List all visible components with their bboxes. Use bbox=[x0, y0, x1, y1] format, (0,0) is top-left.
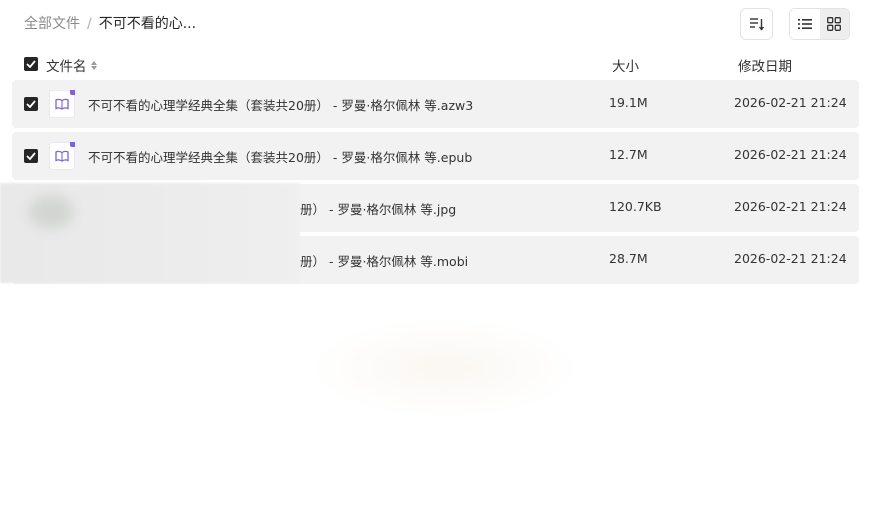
blurred-region bbox=[0, 183, 300, 283]
blurred-thumbnail bbox=[28, 195, 74, 229]
grid-view-button[interactable] bbox=[819, 9, 849, 39]
list-view-icon bbox=[797, 19, 812, 29]
view-mode-toggle bbox=[789, 8, 850, 40]
column-header-name-label: 文件名 bbox=[46, 59, 87, 75]
file-size: 28.7M bbox=[609, 251, 648, 266]
checkmark-icon bbox=[26, 60, 36, 68]
sort-button[interactable] bbox=[740, 8, 773, 40]
row-checkbox[interactable] bbox=[24, 97, 38, 111]
sort-list-icon bbox=[749, 18, 764, 31]
sort-caret-icon bbox=[90, 60, 97, 70]
checkmark-icon bbox=[26, 152, 36, 160]
row-checkbox[interactable] bbox=[24, 149, 38, 163]
file-date: 2026-02-21 21:24 bbox=[734, 95, 847, 110]
file-date: 2026-02-21 21:24 bbox=[734, 251, 847, 266]
list-view-button[interactable] bbox=[790, 9, 820, 39]
file-date: 2026-02-21 21:24 bbox=[734, 199, 847, 214]
checkmark-icon bbox=[26, 100, 36, 108]
breadcrumb: 全部文件 / 不可不看的心... bbox=[24, 14, 196, 34]
top-bar: 全部文件 / 不可不看的心... bbox=[0, 0, 874, 48]
ebook-icon bbox=[49, 90, 75, 118]
file-name[interactable]: 不可不看的心理学经典全集（套装共20册） - 罗曼·格尔佩林 等.azw3 bbox=[88, 95, 473, 114]
ebook-icon bbox=[49, 142, 75, 170]
column-header-size[interactable]: 大小 bbox=[612, 55, 639, 75]
select-all-checkbox[interactable] bbox=[24, 57, 38, 71]
file-size: 12.7M bbox=[609, 147, 648, 162]
breadcrumb-separator: / bbox=[87, 16, 92, 32]
file-name[interactable]: 不可不看的心理学经典全集（套装共20册） - 罗曼·格尔佩林 等.epub bbox=[88, 147, 472, 166]
file-name[interactable]: 册） - 罗曼·格尔佩林 等.mobi bbox=[300, 251, 468, 270]
file-name[interactable]: 册） - 罗曼·格尔佩林 等.jpg bbox=[300, 199, 456, 218]
file-size: 19.1M bbox=[609, 95, 648, 110]
file-row[interactable]: 不可不看的心理学经典全集（套装共20册） - 罗曼·格尔佩林 等.azw3 19… bbox=[12, 80, 859, 128]
file-date: 2026-02-21 21:24 bbox=[734, 147, 847, 162]
file-row[interactable]: 不可不看的心理学经典全集（套装共20册） - 罗曼·格尔佩林 等.epub 12… bbox=[12, 132, 859, 180]
grid-view-icon bbox=[827, 17, 842, 31]
file-size: 120.7KB bbox=[609, 199, 662, 214]
background-glow bbox=[310, 318, 580, 418]
breadcrumb-current-folder: 不可不看的心... bbox=[98, 16, 197, 32]
column-header-date[interactable]: 修改日期 bbox=[738, 55, 792, 75]
table-header: 文件名 大小 修改日期 bbox=[12, 52, 859, 76]
breadcrumb-root-link[interactable]: 全部文件 bbox=[24, 14, 80, 34]
column-header-name[interactable]: 文件名 bbox=[46, 55, 97, 75]
